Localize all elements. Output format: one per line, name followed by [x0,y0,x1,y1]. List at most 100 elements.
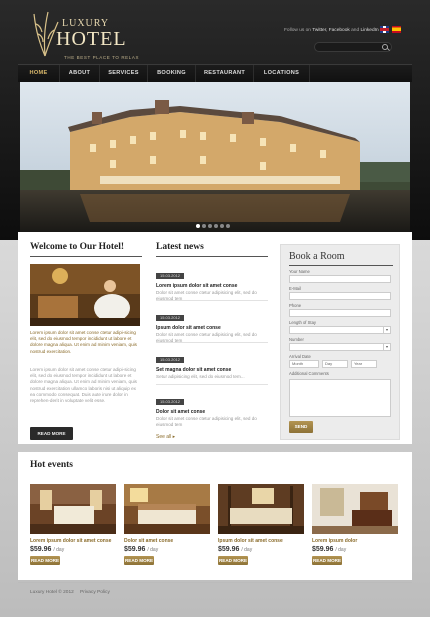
slider-dot[interactable] [214,224,218,228]
footer-copyright: Luxury Hotel © 2012 [30,590,74,595]
news-title: Latest news [156,242,204,252]
news-item-title[interactable]: Set magna dolor sit amet conse [156,367,268,374]
news-item: 15.03.2012 Set magna dolor sit amet cons… [156,348,268,380]
slider-pagination [196,224,230,228]
news-date-badge: 15.03.2012 [156,315,185,321]
hot-events-title: Hot events [30,460,74,470]
event-price: $59.96 / day [124,546,159,553]
arrival-label: Arrival Date [289,354,311,359]
search-icon[interactable] [382,44,388,50]
news-separator [156,384,268,385]
nav-item-about[interactable]: ABOUT [60,65,100,82]
name-label: Your Name [289,269,310,274]
welcome-title: Welcome to Our Hotel! [30,242,125,252]
nav-item-home[interactable]: HOME [18,65,60,82]
name-field[interactable] [289,275,391,283]
welcome-divider [30,256,142,257]
flag-uk-icon[interactable] [380,26,389,33]
social-link-linkedin[interactable]: LinkedIn [360,28,378,33]
news-item-title[interactable]: Ipsum dolor sit amet conse [156,325,268,332]
welcome-image [30,264,140,326]
news-item-text: Setur adipisicing elit, sed do eiusmod t… [156,374,245,379]
flag-es-icon[interactable] [392,26,401,33]
social-link-twitter-facebook[interactable]: Twitter, Facebook [312,28,350,33]
number-select[interactable]: ▾ [289,343,391,351]
news-item: 15.03.2012 Lorem ipsum dolor sit amet co… [156,264,268,302]
phone-label: Phone [289,303,302,308]
footer-privacy-link[interactable]: Privacy Policy [80,590,110,595]
welcome-body-text: Lorem ipsum dolor sit amet conse ctetur … [30,367,137,404]
event-name[interactable]: Ipsum dolor sit amet conse [218,538,304,544]
event-image[interactable] [218,484,304,534]
booking-send-button[interactable]: SEND [289,421,313,433]
chevron-down-icon: ▾ [383,344,390,350]
event-name[interactable]: Lorem ipsum dolor [312,538,398,544]
hot-events-section: Hot events Lorem ipsum dolor sit amet co… [18,452,412,580]
hotel-logo[interactable]: LUXURY HOTEL THE BEST PLACE TO RELAX [30,6,140,62]
slider-dot[interactable] [226,224,230,228]
news-item-title[interactable]: Lorem ipsum dolor sit amet conse [156,283,268,290]
booking-divider [289,265,393,266]
booking-title: Book a Room [289,251,345,262]
event-read-more-button[interactable]: READ MORE [312,556,342,565]
event-card: Dolor sit amet conse $59.96 / day READ M… [124,484,210,565]
news-date-badge: 15.03.2012 [156,273,185,279]
welcome-lead-text: Lorem ipsum dolor sit amet conse ctetur … [30,330,137,354]
event-name[interactable]: Dolor sit amet conse [124,538,210,544]
arrival-day-select[interactable]: Day [322,360,348,368]
email-field[interactable] [289,292,391,300]
main-content-panel: Welcome to Our Hotel! Lorem ipsum dolor … [18,232,412,444]
nav-item-locations[interactable]: LOCATIONS [254,65,310,82]
news-item: 15.03.2012 Ipsum dolor sit amet conse Do… [156,306,268,344]
event-card: Lorem ipsum dolor $59.96 / day READ MORE [312,484,398,565]
logo-main-text: HOTEL [56,28,127,50]
event-image[interactable] [312,484,398,534]
social-follow-text: Follow us on Twitter, Facebook and Linke… [284,28,379,33]
nav-item-services[interactable]: SERVICES [100,65,148,82]
site-footer: Luxury Hotel © 2012 Privacy Policy [18,582,412,606]
nav-item-restaurant[interactable]: RESTAURANT [196,65,254,82]
event-card: Ipsum dolor sit amet conse $59.96 / day … [218,484,304,565]
chevron-down-icon: ▾ [383,327,390,333]
slider-dot[interactable] [220,224,224,228]
email-label: E-Mail [289,286,301,291]
slider-dot[interactable] [208,224,212,228]
arrival-month-select[interactable]: Month [289,360,319,368]
event-image[interactable] [124,484,210,534]
news-see-all-link[interactable]: See all ▸ [156,434,175,440]
event-read-more-button[interactable]: READ MORE [30,556,60,565]
news-divider [156,256,268,257]
phone-field[interactable] [289,309,391,317]
hero-slider-image [20,82,410,232]
news-item-title[interactable]: Dolor sit amet conse [156,409,268,416]
news-separator [156,300,268,301]
slider-dot[interactable] [196,224,200,228]
site-header: LUXURY HOTEL THE BEST PLACE TO RELAX Fol… [18,0,412,66]
news-item-text: Dolor sit amet conse ctetur adipisicing … [156,416,257,427]
booking-form: Book a Room Your Name E-Mail Phone Lengt… [280,244,400,440]
news-separator [156,342,268,343]
news-item: 15.03.2012 Dolor sit amet conse Dolor si… [156,390,268,428]
event-read-more-button[interactable]: READ MORE [218,556,248,565]
event-read-more-button[interactable]: READ MORE [124,556,154,565]
comments-label: Additional Comments [289,371,329,376]
news-date-badge: 15.03.2012 [156,357,185,363]
number-label: Number [289,337,304,342]
event-card: Lorem ipsum dolor sit amet conse $59.96 … [30,484,116,565]
search-input[interactable] [314,42,392,52]
logo-tagline: THE BEST PLACE TO RELAX [64,55,140,60]
length-select[interactable]: ▾ [289,326,391,334]
news-date-badge: 15.03.2012 [156,399,185,405]
welcome-read-more-button[interactable]: READ MORE [30,427,73,440]
arrival-year-select[interactable]: Year [351,360,377,368]
event-price: $59.96 / day [218,546,253,553]
main-nav: HOME ABOUT SERVICES BOOKING RESTAURANT L… [18,64,412,82]
nav-item-booking[interactable]: BOOKING [148,65,196,82]
length-label: Length of Stay [289,320,317,325]
event-price: $59.96 / day [30,546,65,553]
event-name[interactable]: Lorem ipsum dolor sit amet conse [30,538,116,544]
event-price: $59.96 / day [312,546,347,553]
event-image[interactable] [30,484,116,534]
comments-textarea[interactable] [289,379,391,417]
slider-dot[interactable] [202,224,206,228]
